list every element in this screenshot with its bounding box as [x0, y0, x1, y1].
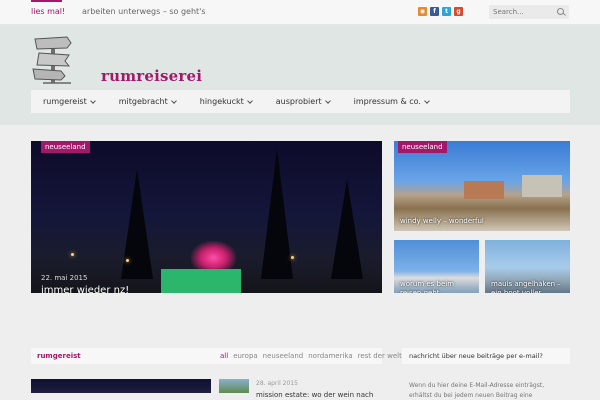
building	[522, 175, 562, 197]
featured-area: neuseeland 22. mai 2015 immer wieder nz!…	[0, 125, 600, 309]
nav-label: hingekuckt	[199, 97, 244, 106]
fountain-image	[191, 241, 236, 269]
signpost-icon	[32, 36, 72, 84]
post-date: 22. mai 2015	[41, 274, 88, 282]
top-bar: lies mal! arbeiten unterwegs – so geht's…	[0, 0, 600, 25]
chevron-down-icon	[246, 97, 253, 104]
category-badge[interactable]: neuseeland	[41, 141, 90, 153]
post-thumbnail[interactable]	[31, 379, 211, 393]
lies-mal-label[interactable]: lies mal!	[31, 7, 65, 16]
site-header: rumreiserei rumgereist mitgebracht hinge…	[0, 25, 600, 125]
content-section: rumgereist all europa neuseeland nordame…	[0, 293, 600, 400]
nav-label: ausprobiert	[275, 97, 322, 106]
nav-item-mitgebracht[interactable]: mitgebracht	[118, 97, 177, 106]
main-nav: rumgereist mitgebracht hingekuckt auspro…	[31, 90, 570, 113]
facebook-icon[interactable]: f	[430, 7, 439, 16]
post-date: 28. april 2015	[256, 380, 298, 387]
twitter-icon[interactable]: t	[442, 7, 451, 16]
filter-all[interactable]: all	[220, 352, 228, 360]
filter-rest-der-welt[interactable]: rest der welt	[358, 352, 402, 360]
logo-text: rumreiserei	[101, 67, 203, 85]
street-lamp	[291, 256, 294, 259]
section-header: rumgereist all europa neuseeland nordame…	[31, 348, 402, 364]
google-plus-icon[interactable]: g	[454, 7, 463, 16]
tree-silhouette	[261, 149, 293, 279]
tree-silhouette	[121, 169, 153, 279]
featured-main-post[interactable]: neuseeland 22. mai 2015 immer wieder nz!	[31, 141, 382, 309]
rss-icon[interactable]: ◉	[418, 7, 427, 16]
category-filters: all europa neuseeland nordamerika rest d…	[220, 352, 402, 360]
social-links: ◉ f t g	[418, 7, 463, 16]
widget-title: nachricht über neue beiträge per e-mail?	[409, 352, 543, 360]
nav-item-ausprobiert[interactable]: ausprobiert	[275, 97, 331, 106]
nav-item-impressum[interactable]: impressum & co.	[353, 97, 430, 106]
building	[464, 181, 504, 199]
chevron-down-icon	[324, 97, 331, 104]
section-title: rumgereist	[37, 352, 81, 360]
nav-label: impressum & co.	[353, 97, 421, 106]
site-logo[interactable]: rumreiserei	[31, 33, 202, 85]
featured-side-post[interactable]: neuseeland windy welly – wonderful	[394, 141, 570, 231]
widget-text: Wenn du hier deine E-Mail-Adresse einträ…	[409, 382, 545, 399]
search-icon[interactable]	[557, 8, 564, 15]
post-thumbnail[interactable]	[219, 379, 249, 393]
street-lamp	[126, 259, 129, 262]
filter-nordamerika[interactable]: nordamerika	[308, 352, 352, 360]
filter-europa[interactable]: europa	[233, 352, 257, 360]
tree-silhouette	[331, 179, 363, 279]
nav-label: rumgereist	[43, 97, 87, 106]
news-ticker-link[interactable]: arbeiten unterwegs – so geht's	[82, 7, 206, 16]
lies-mal-accent	[31, 0, 62, 2]
nav-item-hingekuckt[interactable]: hingekuckt	[199, 97, 253, 106]
nav-item-rumgereist[interactable]: rumgereist	[43, 97, 96, 106]
chevron-down-icon	[424, 97, 430, 104]
chevron-down-icon	[170, 97, 177, 104]
category-badge[interactable]: neuseeland	[398, 141, 447, 153]
filter-neuseeland[interactable]: neuseeland	[263, 352, 304, 360]
nav-label: mitgebracht	[118, 97, 168, 106]
post-title[interactable]: mission estate: wo der wein nach	[256, 391, 373, 399]
street-lamp	[71, 253, 74, 256]
widget-header: nachricht über neue beiträge per e-mail?	[402, 348, 570, 364]
chevron-down-icon	[89, 97, 96, 104]
post-title[interactable]: windy welly – wonderful	[400, 217, 484, 226]
